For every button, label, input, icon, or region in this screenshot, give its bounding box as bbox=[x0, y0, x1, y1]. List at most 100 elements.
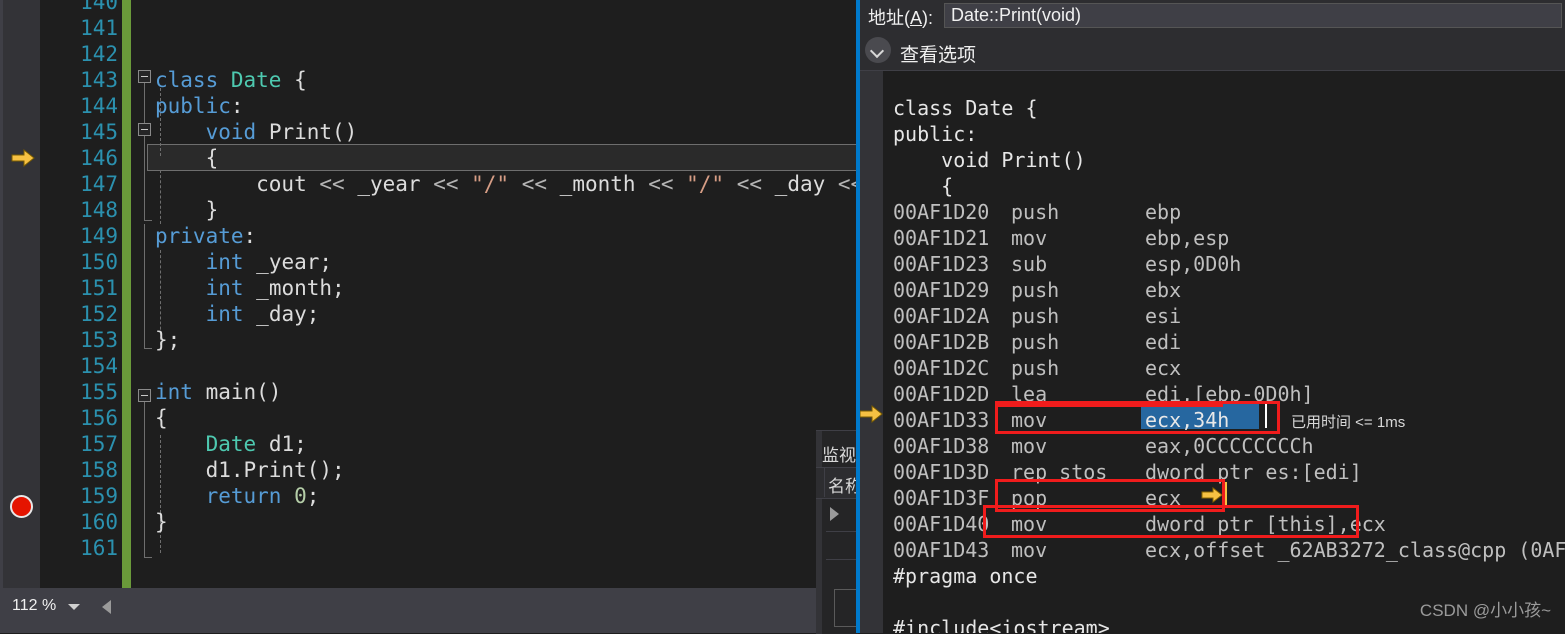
instruction-address: 00AF1D38 bbox=[893, 434, 990, 458]
disassembly-gutter[interactable] bbox=[858, 71, 883, 633]
code-line-152[interactable]: int _day; bbox=[155, 301, 320, 327]
disassembly-content[interactable]: class Date { public: void Print() { 00AF… bbox=[883, 71, 1565, 633]
line-number: 149 bbox=[80, 224, 118, 248]
source-line: class Date { bbox=[893, 96, 1038, 120]
line-number: 158 bbox=[80, 458, 118, 482]
disassembly-pane: 地址(A): Date::Print(void) 查看选项 class Date… bbox=[858, 0, 1565, 633]
instruction-mnemonic: push bbox=[1011, 304, 1060, 328]
code-line-158[interactable]: Date d1; bbox=[155, 431, 307, 457]
code-line-145[interactable]: void Print() bbox=[155, 119, 358, 145]
line-number: 156 bbox=[80, 406, 118, 430]
watch-column-name-label: 名称 bbox=[828, 477, 858, 496]
instruction-mnemonic: push bbox=[1011, 278, 1060, 302]
line-number: 148 bbox=[80, 198, 118, 222]
change-tracking-bar bbox=[122, 0, 131, 588]
watch-row-divider bbox=[826, 559, 858, 560]
line-number: 160 bbox=[80, 510, 118, 534]
code-line-153[interactable]: }; bbox=[155, 327, 180, 353]
code-line-143[interactable]: class Date { bbox=[155, 67, 307, 93]
source-line: void Print() bbox=[893, 148, 1086, 172]
watch-window[interactable]: 监视 名称 bbox=[816, 430, 858, 634]
fold-toggle-main[interactable] bbox=[138, 389, 151, 402]
code-line-156[interactable]: int main() bbox=[155, 379, 281, 405]
visual-studio-debugger-window: 140 141 142 143 144 145 146 147 148 149 … bbox=[0, 0, 1565, 634]
code-line-160[interactable]: return 0; bbox=[155, 483, 320, 509]
instruction-operands: esp,0D0h bbox=[1145, 252, 1242, 276]
code-line-151[interactable]: int _month; bbox=[155, 275, 345, 301]
line-number: 144 bbox=[80, 94, 118, 118]
instruction-address: 00AF1D29 bbox=[893, 278, 990, 302]
watch-column-header[interactable]: 名称 bbox=[816, 467, 858, 499]
code-line-149[interactable]: private: bbox=[155, 223, 256, 249]
instruction-address: 00AF1D40 bbox=[893, 512, 990, 536]
line-number: 145 bbox=[80, 120, 118, 144]
instruction-address: 00AF1D3F bbox=[893, 486, 990, 510]
text-caret bbox=[1225, 482, 1227, 506]
code-line-147[interactable]: cout << _year << "/" << _month << "/" <<… bbox=[155, 171, 858, 197]
instruction-operands: ebp bbox=[1145, 200, 1182, 224]
breakpoint-icon[interactable] bbox=[10, 495, 33, 518]
watch-edit-cell[interactable] bbox=[834, 589, 858, 627]
line-number: 152 bbox=[80, 302, 118, 326]
line-number: 159 bbox=[80, 484, 118, 508]
instruction-address: 00AF1D23 bbox=[893, 252, 990, 276]
code-line-148[interactable]: } bbox=[155, 197, 219, 223]
instruction-address: 00AF1D3D bbox=[893, 460, 990, 484]
line-number: 150 bbox=[80, 250, 118, 274]
zoom-level-value: 112 % bbox=[12, 597, 57, 614]
code-line-157[interactable]: { bbox=[155, 405, 168, 431]
instruction-address: 00AF1D21 bbox=[893, 226, 990, 250]
instruction-mnemonic: mov bbox=[1011, 434, 1048, 458]
fold-guide-class-end bbox=[144, 224, 152, 349]
chevron-down-icon[interactable] bbox=[865, 37, 891, 63]
instruction-operands: eax,0CCCCCCCCh bbox=[1145, 434, 1314, 458]
instruction-address: 00AF1D33 bbox=[893, 408, 990, 432]
code-line-144[interactable]: public: bbox=[155, 93, 244, 119]
code-line-146[interactable]: { bbox=[155, 145, 219, 171]
expander-triangle-icon[interactable] bbox=[830, 507, 839, 521]
pane-divider-accent bbox=[858, 0, 860, 633]
address-label: 地址(A): bbox=[868, 8, 934, 28]
instruction-address: 00AF1D43 bbox=[893, 538, 990, 562]
code-line-159[interactable]: d1.Print(); bbox=[155, 457, 345, 483]
instruction-operands: ecx,offset _62AB3272_class@cpp (0AFF027h… bbox=[1145, 538, 1565, 562]
instruction-mnemonic: push bbox=[1011, 330, 1060, 354]
view-options-label[interactable]: 查看选项 bbox=[900, 40, 976, 67]
line-number: 155 bbox=[80, 380, 118, 404]
source-line: { bbox=[893, 174, 954, 198]
line-number: 153 bbox=[80, 328, 118, 352]
watermark-label: CSDN @小小孩~ bbox=[1419, 601, 1551, 620]
current-instruction-arrow-icon bbox=[859, 404, 883, 424]
watch-window-title: 监视 bbox=[822, 446, 856, 465]
current-line-arrow-icon bbox=[11, 148, 35, 168]
change-tracking-segment bbox=[122, 0, 131, 588]
line-number: 140 bbox=[80, 0, 118, 14]
instruction-operands: ebp,esp bbox=[1145, 226, 1230, 250]
source-line: #include<iostream> bbox=[893, 616, 1110, 633]
annotation-box-mov-this bbox=[983, 505, 1359, 538]
scroll-left-arrow-icon[interactable] bbox=[102, 600, 111, 614]
instruction-mnemonic: push bbox=[1011, 200, 1060, 224]
elapsed-time-label: 已用时间 <= 1ms bbox=[1291, 414, 1406, 431]
watch-header-divider bbox=[824, 467, 825, 497]
line-number: 143 bbox=[80, 68, 118, 92]
fold-toggle-class-date[interactable] bbox=[138, 70, 151, 83]
instruction-operands: edi bbox=[1145, 330, 1182, 354]
instruction-address: 00AF1D2A bbox=[893, 304, 990, 328]
line-number: 147 bbox=[80, 172, 118, 196]
address-input[interactable]: Date::Print(void) bbox=[944, 3, 1562, 28]
chevron-down-icon[interactable] bbox=[68, 604, 80, 610]
instruction-operands: ebx bbox=[1145, 278, 1182, 302]
code-editor-surface[interactable]: 140 141 142 143 144 145 146 147 148 149 … bbox=[0, 0, 858, 588]
line-number: 146 bbox=[80, 146, 118, 170]
editor-bottom-bar bbox=[0, 588, 858, 633]
code-line-150[interactable]: int _year; bbox=[155, 249, 332, 275]
fold-toggle-print[interactable] bbox=[138, 123, 151, 136]
source-line: public: bbox=[893, 122, 978, 146]
instruction-address: 00AF1D2D bbox=[893, 382, 990, 406]
instruction-mnemonic: mov bbox=[1011, 538, 1048, 562]
fold-guide-class bbox=[144, 83, 145, 123]
instruction-address: 00AF1D2B bbox=[893, 330, 990, 354]
code-line-161[interactable]: } bbox=[155, 509, 168, 535]
instruction-mnemonic: sub bbox=[1011, 252, 1048, 276]
